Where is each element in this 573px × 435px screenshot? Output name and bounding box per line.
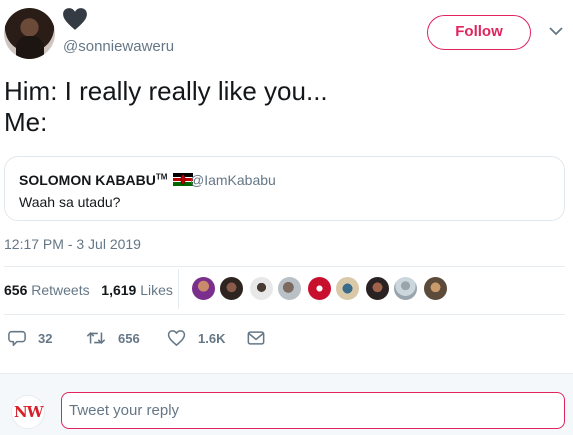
quoted-author-name-text: SOLOMON KABABU bbox=[19, 172, 156, 188]
current-user-avatar[interactable]: NW bbox=[11, 395, 45, 429]
like-count: 1.6K bbox=[198, 330, 226, 346]
like-icon bbox=[167, 330, 186, 346]
liker-avatar[interactable] bbox=[422, 275, 449, 302]
engagement-stats: 656 Retweets 1,619 Likes bbox=[4, 282, 173, 298]
tweet-line: Me: bbox=[4, 107, 48, 137]
divider bbox=[4, 314, 565, 315]
reply-count: 32 bbox=[38, 330, 53, 346]
likes-label: Likes bbox=[140, 282, 173, 298]
quoted-author-handle[interactable]: @IamKababu bbox=[190, 172, 276, 188]
retweet-count: 656 bbox=[118, 330, 140, 346]
retweets-count: 656 bbox=[4, 282, 28, 298]
retweets-label: Retweets bbox=[31, 282, 90, 298]
direct-message-button[interactable] bbox=[247, 328, 277, 348]
author-avatar[interactable] bbox=[4, 8, 55, 59]
liker-avatar[interactable] bbox=[218, 275, 245, 302]
envelope-icon bbox=[247, 331, 265, 345]
liker-avatar[interactable] bbox=[248, 275, 275, 302]
author-handle[interactable]: @sonniewaweru bbox=[63, 38, 174, 55]
liker-avatar[interactable] bbox=[334, 275, 361, 302]
liker-avatar[interactable] bbox=[364, 275, 391, 302]
liker-avatar[interactable] bbox=[190, 275, 217, 302]
tweet-actions: 32 656 1.6K bbox=[0, 328, 300, 348]
tweet-text: Him: I really really like you... Me: bbox=[4, 76, 328, 138]
reply-button[interactable]: 32 bbox=[8, 328, 52, 348]
likes-count: 1,619 bbox=[101, 282, 137, 298]
like-button[interactable]: 1.6K bbox=[167, 328, 225, 348]
quoted-author-name[interactable]: SOLOMON KABABUTM bbox=[19, 172, 194, 188]
divider bbox=[4, 266, 565, 267]
likes-stat[interactable]: 1,619 Likes bbox=[101, 282, 173, 298]
reply-composer: NW bbox=[0, 373, 573, 435]
tweet-timestamp[interactable]: 12:17 PM - 3 Jul 2019 bbox=[4, 236, 141, 252]
retweets-stat[interactable]: 656 Retweets bbox=[4, 282, 90, 298]
quoted-tweet[interactable]: SOLOMON KABABUTM @IamKababu Waah sa utad… bbox=[4, 156, 565, 221]
nw-logo-text: NW bbox=[14, 403, 44, 421]
liker-avatar[interactable] bbox=[306, 275, 333, 302]
default-avatar[interactable] bbox=[392, 275, 419, 302]
retweet-button[interactable]: 656 bbox=[86, 328, 140, 348]
follow-button[interactable]: Follow bbox=[427, 15, 531, 50]
tweet-line: Him: I really really like you... bbox=[4, 76, 328, 106]
heart-icon bbox=[63, 8, 87, 30]
quoted-tweet-text: Waah sa utadu? bbox=[19, 194, 121, 210]
chevron-down-icon[interactable] bbox=[548, 24, 564, 38]
liker-avatar[interactable] bbox=[276, 275, 303, 302]
retweet-icon bbox=[86, 332, 106, 344]
reply-icon bbox=[8, 330, 26, 346]
stats-divider bbox=[178, 269, 179, 309]
reply-input[interactable] bbox=[61, 392, 565, 429]
trademark-mark: TM bbox=[155, 172, 168, 182]
